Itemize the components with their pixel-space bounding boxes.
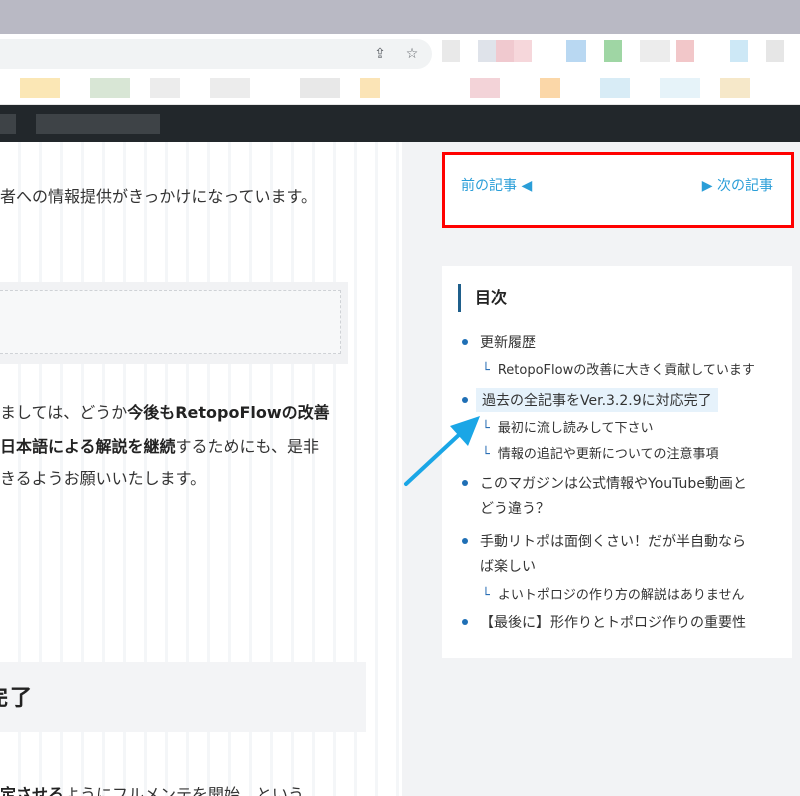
share-icon[interactable]: ⇪ xyxy=(372,46,388,62)
toc-title: 目次 xyxy=(458,284,507,312)
header-menu[interactable] xyxy=(36,114,160,134)
toc-item-all-articles-updated[interactable]: 過去の全記事をVer.3.2.9に対応完了 xyxy=(476,388,718,412)
toc-subitem[interactable]: └ 情報の追記や更新についての注意事項 xyxy=(482,443,718,462)
bookmarks-bar xyxy=(0,72,800,105)
toc-item-magazine-difference-cont[interactable]: どう違う？ xyxy=(480,498,550,518)
toc-item-manual-retopo[interactable]: 手動リトポは面倒くさい！だが半自動なら xyxy=(480,531,746,551)
text-span: ようにフルメンテを開始、という xyxy=(64,785,305,796)
bookmark-item[interactable] xyxy=(20,78,60,98)
star-icon[interactable]: ☆ xyxy=(404,46,420,62)
extension-icon[interactable] xyxy=(496,40,514,62)
article-text-line: 定させるようにフルメンテを開始、という xyxy=(0,780,304,796)
bookmark-item[interactable] xyxy=(90,78,130,98)
toc-subitem-label: 情報の追記や更新についての注意事項 xyxy=(497,447,719,462)
bookmark-item[interactable] xyxy=(600,78,630,98)
extension-icon[interactable] xyxy=(676,40,694,62)
toc-subitem[interactable]: └ RetopoFlowの改善に大きく貢献しています xyxy=(482,359,755,378)
bold-text: 日本語による解説を継続 xyxy=(0,437,176,456)
text-span: するためにも、是非 xyxy=(175,437,320,456)
bookmark-item[interactable] xyxy=(470,78,500,98)
bold-text: 今後もRetopoFlowの改善 xyxy=(127,403,330,422)
extension-icon[interactable] xyxy=(442,40,460,62)
toc-bullet xyxy=(462,538,468,544)
info-box-inner xyxy=(0,290,341,354)
bookmark-item[interactable] xyxy=(540,78,560,98)
arrow-shaft xyxy=(404,430,464,486)
toc-subitem[interactable]: └ よいトポロジの作り方の解説はありません xyxy=(482,584,744,603)
url-field[interactable] xyxy=(0,39,432,69)
bookmark-item[interactable] xyxy=(360,78,380,98)
article-text-line: 者への情報提供がきっかけになっています。 xyxy=(0,187,317,206)
bookmark-item[interactable] xyxy=(300,78,340,98)
toc-bullet xyxy=(462,339,468,345)
toc-item-manual-retopo-cont[interactable]: ば楽しい xyxy=(480,556,536,576)
article-main: 者への情報提供がきっかけになっています。 ましては、どうか今後もRetopoFl… xyxy=(0,142,402,796)
next-article-link[interactable]: ▶ 次の記事 xyxy=(702,175,773,195)
bookmark-item[interactable] xyxy=(150,78,180,98)
browser-tab-strip xyxy=(0,0,800,34)
bookmark-item[interactable] xyxy=(720,78,750,98)
prev-next-nav: 前の記事 ◀ ▶ 次の記事 xyxy=(442,152,794,228)
toc-bullet xyxy=(462,397,468,403)
extension-icon[interactable] xyxy=(514,40,532,62)
extension-icon[interactable] xyxy=(478,40,496,62)
toc-item-conclusion[interactable]: 【最後に】形作りとトポロジ作りの重要性 xyxy=(480,612,746,632)
toc-subitem[interactable]: └ 最初に流し読みして下さい xyxy=(482,417,653,436)
toc-bullet xyxy=(462,619,468,625)
extension-icon[interactable] xyxy=(730,40,748,62)
site-header xyxy=(0,105,800,142)
bookmark-item[interactable] xyxy=(660,78,700,98)
bookmark-item[interactable] xyxy=(210,78,250,98)
info-box xyxy=(0,282,348,364)
text-span: ましては、どうか xyxy=(0,403,128,422)
article-text-line: きるようお願いいたします。 xyxy=(0,469,207,488)
extension-icon[interactable] xyxy=(566,40,586,62)
sub-mark: └ xyxy=(482,588,490,603)
toc-item-magazine-difference[interactable]: このマガジンは公式情報やYouTube動画と xyxy=(480,473,747,493)
browser-address-bar: ⇪ ☆ xyxy=(0,34,800,72)
article-text-line: ましては、どうか今後もRetopoFlowの改善 xyxy=(0,398,330,428)
toc-subitem-label: RetopoFlowの改善に大きく貢献しています xyxy=(497,363,755,378)
section-heading-box: 完了 xyxy=(0,662,366,732)
article-text-line: 日本語による解説を継続するためにも、是非 xyxy=(0,432,319,462)
table-of-contents: 目次 更新履歴 └ RetopoFlowの改善に大きく貢献しています 過去の全記事… xyxy=(442,266,792,658)
toc-subitem-label: よいトポロジの作り方の解説はありません xyxy=(497,588,745,603)
extension-icon[interactable] xyxy=(640,40,670,62)
annotation-arrow xyxy=(404,416,480,486)
extension-icon[interactable] xyxy=(604,40,622,62)
prev-article-link[interactable]: 前の記事 ◀ xyxy=(461,175,532,195)
toc-item-update-history[interactable]: 更新履歴 xyxy=(480,332,536,352)
header-logo[interactable] xyxy=(0,114,16,134)
extension-icon[interactable] xyxy=(766,40,784,62)
section-heading: 完了 xyxy=(0,686,35,711)
bold-text: 定させる xyxy=(0,785,65,796)
sub-mark: └ xyxy=(482,363,490,378)
toc-subitem-label: 最初に流し読みして下さい xyxy=(497,421,654,436)
